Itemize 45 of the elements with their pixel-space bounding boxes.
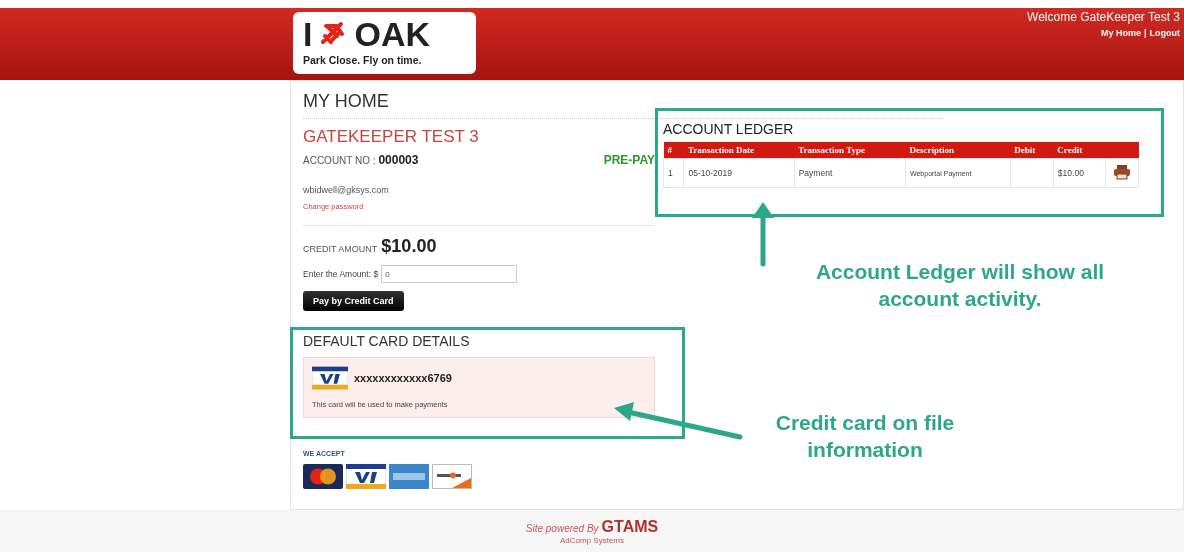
column-header: Transaction Date: [683, 142, 795, 159]
amount-field[interactable]: 0: [381, 265, 518, 283]
table-cell: 05-10-2019: [683, 158, 795, 188]
account-name: GATEKEEPER TEST 3: [303, 127, 480, 147]
section-title: DEFAULT CARD DETAILS: [303, 333, 471, 349]
callout-text: Credit card on file information: [774, 410, 956, 464]
credit-value: $10.00: [381, 236, 437, 257]
card-number: xxxxxxxxxxxx6769: [354, 372, 452, 384]
logo-text: I: [303, 16, 313, 52]
printer-icon[interactable]: [1113, 164, 1131, 180]
arrow: [752, 202, 774, 267]
airplane-icon: [320, 21, 347, 47]
logo[interactable]: I OAK Park Close. Fly on time.: [293, 12, 476, 74]
brand-name: GTAMS: [601, 518, 659, 536]
discover-card-icon: [432, 464, 472, 489]
visa-card-icon: [346, 464, 386, 489]
company-name: AdComp Systems: [559, 536, 625, 545]
logo-tagline: Park Close. Fly on time.: [303, 54, 423, 66]
plan-label: PRE-PAY: [603, 153, 655, 167]
callout-text: Account Ledger will show all account activity.: [814, 259, 1106, 313]
logout-link[interactable]: Logout: [1149, 28, 1180, 38]
amount-label: Enter the Amount: $: [303, 269, 379, 279]
table-cell: [1010, 158, 1054, 188]
logo-text: OAK: [354, 16, 430, 52]
amex-card-icon: [389, 464, 429, 489]
email-text: wbidwell@gksys.com: [303, 185, 390, 195]
pay-button[interactable]: Pay by Credit Card: [303, 291, 404, 311]
column-header: Credit: [1053, 142, 1106, 159]
credit-label: CREDIT AMOUNT: [303, 244, 378, 254]
welcome-text: Welcome GateKeeper Test 3: [1027, 10, 1180, 24]
column-header: #: [663, 142, 684, 159]
column-header: Transaction Type: [794, 142, 906, 159]
mastercard-icon: [303, 464, 343, 489]
table-cell: Payment: [794, 158, 906, 188]
table-cell: $10.00: [1053, 158, 1106, 188]
powered-by-text: Site powered By: [525, 523, 599, 534]
visa-card-icon: [312, 366, 348, 390]
page-title: MY HOME: [303, 91, 943, 119]
column-header: Description: [905, 142, 1011, 159]
link-separator: |: [1143, 28, 1147, 38]
my-home-link[interactable]: My Home: [1100, 28, 1141, 38]
account-number: ACCOUNT NO : 000003: [303, 153, 419, 167]
ledger-title: ACCOUNT LEDGER: [663, 121, 795, 137]
column-header: Debit: [1010, 142, 1054, 159]
table-cell: 1: [663, 158, 684, 188]
